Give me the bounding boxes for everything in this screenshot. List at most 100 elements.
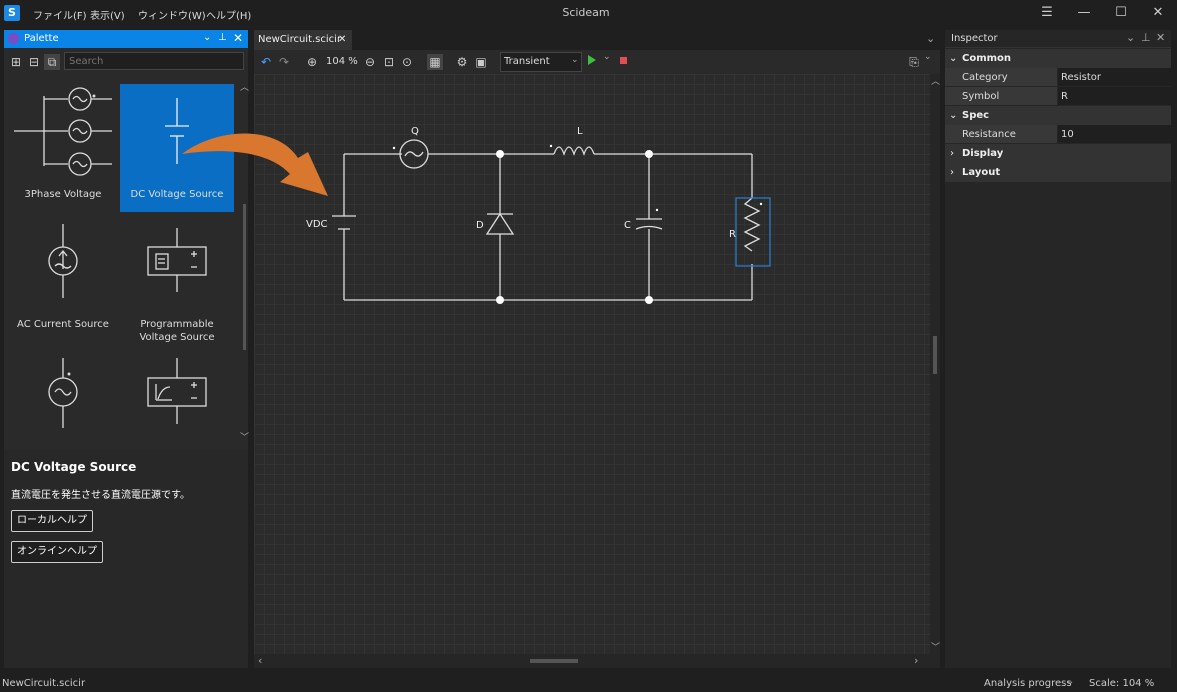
zoom-out-icon[interactable]: ⊖ (362, 54, 378, 70)
palette-item-label: Programmable Voltage Source (139, 319, 215, 343)
palette-item-programmable-voltage-source[interactable]: Programmable Voltage Source (120, 214, 234, 343)
run-icon[interactable] (588, 55, 596, 65)
analysis-progress-dropdown[interactable]: Analysis progress (984, 678, 1072, 689)
ac-voltage-symbol-icon (48, 358, 78, 428)
menu-help[interactable]: ヘルプ(H) (206, 7, 251, 22)
close-icon[interactable]: ✕ (233, 31, 243, 45)
stop-icon[interactable] (620, 57, 627, 64)
pin-icon[interactable]: ⊥ (218, 32, 227, 43)
close-icon[interactable]: ✕ (1156, 31, 1165, 44)
view-toggle-icon[interactable]: ⧉ (44, 54, 60, 70)
close-tab-icon[interactable]: ✕ (338, 30, 346, 50)
hamburger-menu-icon[interactable]: ☰ (1032, 3, 1062, 23)
chevron-down-icon[interactable]: ⌄ (1126, 31, 1135, 44)
resistor-r-symbol (743, 197, 761, 252)
schematic-canvas[interactable]: VDC Q L D C R (254, 74, 930, 654)
prop-row-resistance[interactable]: Resistance 10 (945, 125, 1171, 144)
palette-item-ac-current-source[interactable]: AC Current Source (6, 214, 120, 342)
undo-icon[interactable]: ↶ (258, 54, 274, 70)
prop-value[interactable]: Resistor (1058, 68, 1171, 86)
diode-d-symbol (485, 212, 515, 235)
scroll-right-icon[interactable]: › (914, 654, 918, 667)
chevron-down-icon: ⌄ (949, 53, 958, 64)
title-bar: S ファイル(F) 表示(V) ウィンドウ(W) ヘルプ(H) Scideam … (0, 0, 1177, 26)
menu-window[interactable]: ウィンドウ(W) (138, 7, 206, 22)
window-title: Scideam (562, 6, 610, 19)
palette-description: DC Voltage Source 直流電圧を発生させる直流電圧源です。 ローカ… (4, 450, 248, 668)
collapse-all-icon[interactable]: ⊟ (26, 54, 42, 70)
palette-toolbar: ⊞ ⊟ ⧉ (4, 50, 248, 74)
palette-item-waveform-source[interactable] (120, 344, 234, 444)
menu-view[interactable]: 表示(V) (90, 7, 125, 22)
section-layout[interactable]: › Layout (945, 163, 1171, 182)
prop-name: Category (945, 68, 1057, 86)
scroll-up-icon[interactable]: ︿ (240, 80, 249, 93)
online-help-button[interactable]: オンラインヘルプ (11, 541, 103, 563)
chevron-down-icon[interactable]: ⌄ (924, 52, 932, 62)
canvas-horizontal-scrollbar[interactable]: ‹ › (254, 654, 930, 668)
scrollbar-thumb[interactable] (243, 204, 246, 350)
local-help-button[interactable]: ローカルヘルプ (11, 510, 93, 532)
palette-search-input[interactable] (64, 52, 244, 70)
chevron-down-icon[interactable]: ⌄ (1066, 676, 1074, 687)
minimize-button[interactable]: — (1069, 3, 1099, 23)
polarity-dot (655, 208, 659, 212)
polarity-dot (392, 146, 396, 150)
page-setup-icon[interactable]: ⎘ (906, 54, 922, 70)
maximize-button[interactable]: ☐ (1106, 3, 1136, 23)
scroll-left-icon[interactable]: ‹ (258, 654, 262, 667)
pin-icon[interactable]: ⊥ (1141, 31, 1151, 44)
section-display[interactable]: › Display (945, 144, 1171, 163)
scroll-down-icon[interactable]: ﹀ (240, 430, 249, 443)
section-label: Spec (962, 110, 990, 121)
section-common[interactable]: ⌄ Common (945, 49, 1171, 68)
close-window-button[interactable]: ✕ (1143, 3, 1173, 23)
canvas-vertical-scrollbar[interactable]: ︿ ﹀ (930, 74, 940, 654)
analysis-mode-select[interactable]: Transient ⌄ (500, 52, 582, 72)
zoom-fit-icon[interactable]: ⊡ (381, 54, 397, 70)
prop-name: Resistance (945, 125, 1057, 143)
junction-node (496, 296, 504, 304)
editor-tab-bar: NewCircuit.scicir ✕ ⌄ (254, 30, 940, 50)
schematic-drawing: VDC Q L D C R (306, 126, 771, 304)
prop-value[interactable]: 10 (1058, 125, 1171, 143)
prop-row-category[interactable]: Category Resistor (945, 68, 1171, 87)
tab-label: NewCircuit.scicir (258, 34, 342, 45)
scroll-down-icon[interactable]: ﹀ (931, 640, 940, 653)
palette-header: Palette ⌄ ⊥ ✕ (4, 30, 248, 48)
prop-value[interactable]: R (1058, 87, 1171, 105)
prop-row-symbol[interactable]: Symbol R (945, 87, 1171, 106)
zoom-select-icon[interactable]: ⊙ (399, 54, 415, 70)
grid-icon[interactable]: ▦ (427, 54, 443, 70)
zoom-in-icon[interactable]: ⊕ (304, 54, 320, 70)
chevron-down-icon[interactable]: ⌄ (603, 52, 611, 62)
scrollbar-thumb[interactable] (530, 659, 578, 663)
palette-item-ac-voltage-source[interactable] (6, 344, 120, 444)
scroll-up-icon[interactable]: ︿ (931, 74, 940, 87)
section-spec[interactable]: ⌄ Spec (945, 106, 1171, 125)
chevron-down-icon[interactable]: ⌄ (926, 32, 935, 45)
label-l: L (577, 126, 583, 137)
app-logo-icon: S (4, 5, 20, 21)
chevron-right-icon: › (950, 148, 954, 159)
inductor-l-symbol (553, 146, 595, 156)
section-label: Display (962, 148, 1004, 159)
inspector-header: Inspector ⌄ ⊥ ✕ (945, 30, 1171, 48)
settings-gear-icon[interactable]: ⚙ (454, 54, 470, 70)
description-text: 直流電圧を発生させる直流電圧源です。 (11, 490, 190, 501)
waveform-source-symbol-icon (147, 358, 207, 424)
image-export-icon[interactable]: ▣ (473, 54, 489, 70)
redo-icon[interactable]: ↷ (276, 54, 292, 70)
expand-all-icon[interactable]: ⊞ (8, 54, 24, 70)
status-file: NewCircuit.scicir (2, 678, 86, 689)
label-vdc: VDC (306, 219, 328, 230)
tab-newcircuit[interactable]: NewCircuit.scicir ✕ (254, 30, 352, 50)
editor-toolbar: ↶ ↷ ⊕ 104 % ⊖ ⊡ ⊙ ▦ ⚙ ▣ Transient ⌄ ⌄ ⎘ … (254, 50, 940, 74)
chevron-down-icon[interactable]: ⌄ (203, 32, 211, 43)
chevron-down-icon: ⌄ (571, 55, 579, 65)
palette-item-3phase-voltage[interactable]: 3Phase Voltage (6, 84, 120, 212)
menu-file[interactable]: ファイル(F) (33, 7, 87, 22)
scrollbar-thumb[interactable] (933, 336, 937, 374)
section-label: Common (962, 53, 1012, 64)
zoom-level: 104 % (326, 56, 358, 67)
